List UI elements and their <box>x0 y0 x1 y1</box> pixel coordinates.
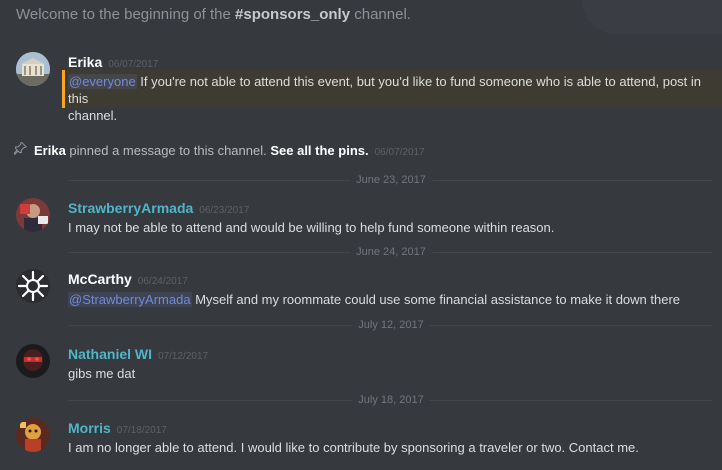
header-decoration <box>582 0 722 34</box>
message-author[interactable]: Erika 06/07/2017 <box>68 54 158 70</box>
channel-name: #sponsors_only <box>235 6 351 23</box>
date-divider-label: July 18, 2017 <box>352 394 430 406</box>
message-timestamp: 07/12/2017 <box>158 351 209 362</box>
date-divider-label: June 24, 2017 <box>350 246 432 258</box>
message-author[interactable]: Morris 07/18/2017 <box>68 420 167 436</box>
message-timestamp: 06/23/2017 <box>199 205 250 216</box>
mention-strawberryarmada[interactable]: @StrawberryArmada <box>68 292 192 307</box>
avatar[interactable] <box>16 198 50 232</box>
message-author[interactable]: StrawberryArmada 06/23/2017 <box>68 200 249 216</box>
date-divider-label: July 12, 2017 <box>352 319 430 331</box>
avatar[interactable] <box>16 344 50 378</box>
message-content: gibs me dat <box>68 366 136 381</box>
message-timestamp: 06/07/2017 <box>108 59 159 70</box>
message-timestamp: 07/18/2017 <box>116 425 167 436</box>
message-author[interactable]: McCarthy 06/24/2017 <box>68 271 188 287</box>
avatar[interactable] <box>16 418 50 452</box>
message-morris: Morris 07/18/2017 I am no longer able to … <box>0 416 722 462</box>
message-content: I am no longer able to attend. I would l… <box>68 440 639 455</box>
message-erika: Erika 06/07/2017 @everyone If you're not … <box>0 50 722 123</box>
message-nathaniel: Nathaniel WI 07/12/2017 gibs me dat <box>0 342 722 388</box>
mention-everyone[interactable]: @everyone <box>68 74 137 89</box>
pin-timestamp: 06/07/2017 <box>374 147 425 158</box>
date-divider-label: June 23, 2017 <box>350 174 432 186</box>
see-all-pins-link[interactable]: See all the pins. <box>270 143 368 158</box>
message-content: @everyone If you're not able to attend t… <box>68 74 702 123</box>
message-content: @StrawberryArmada Myself and my roommate… <box>68 292 681 307</box>
message-timestamp: 06/24/2017 <box>137 276 188 287</box>
pin-system-message: Erika pinned a message to this channel. … <box>13 141 425 158</box>
pin-author[interactable]: Erika <box>34 143 66 158</box>
avatar[interactable] <box>16 269 50 303</box>
avatar[interactable] <box>16 52 50 86</box>
channel-welcome-text: Welcome to the beginning of the #sponsor… <box>16 6 411 23</box>
message-strawberryarmada: StrawberryArmada 06/23/2017 I may not be … <box>0 196 722 242</box>
message-author[interactable]: Nathaniel WI 07/12/2017 <box>68 346 208 362</box>
message-content: I may not be able to attend and would be… <box>68 220 555 235</box>
pin-icon <box>13 141 28 158</box>
message-mccarthy: McCarthy 06/24/2017 @StrawberryArmada Mys… <box>0 267 722 313</box>
